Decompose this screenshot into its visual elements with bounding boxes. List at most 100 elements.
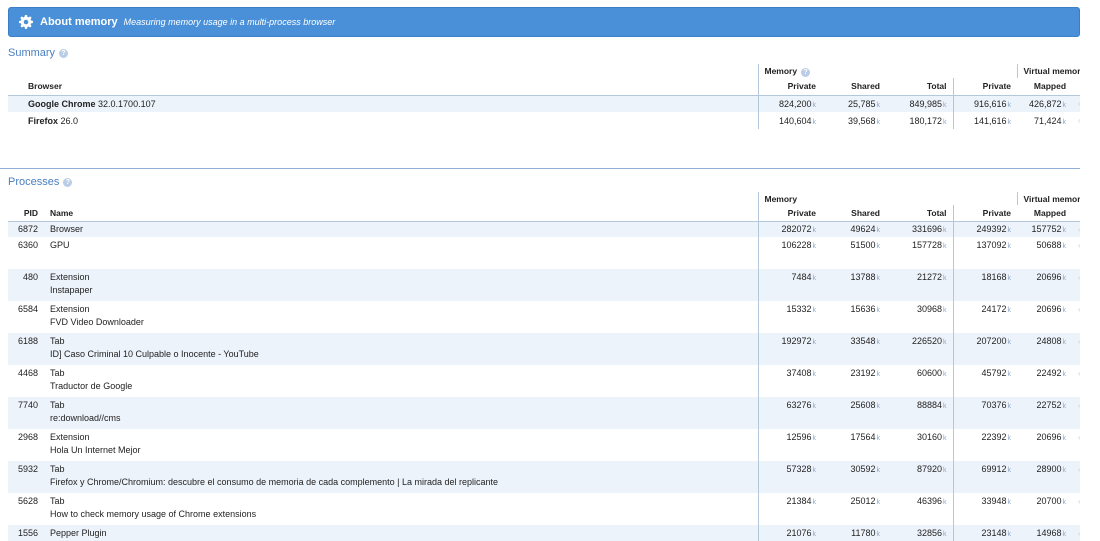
processes-table: Memory Virtual memory PID Name Private S… xyxy=(8,192,1081,541)
virtual-private-value: 70376k xyxy=(952,397,1018,413)
unit-suffix: k xyxy=(876,371,881,378)
unit-suffix: k xyxy=(876,499,881,506)
col-shared: Shared xyxy=(822,78,886,96)
row-marker: ‹ xyxy=(1072,429,1080,445)
private-value: 7484k xyxy=(757,269,822,285)
unit-suffix: k xyxy=(943,101,947,109)
unit-suffix: k xyxy=(1007,499,1012,506)
unit-suffix: k xyxy=(876,307,881,314)
unit-suffix: k xyxy=(1007,243,1012,250)
mapped-value: 157752k xyxy=(1031,224,1067,235)
process-detail-row: Hola Un Internet Mejor xyxy=(8,445,1080,461)
shared-value: 25,785k xyxy=(847,98,880,109)
process-type: Tab xyxy=(50,400,65,410)
help-icon[interactable]: ? xyxy=(801,67,811,77)
process-row: 1556 Pepper Plugin 21076k 11780k 32856k 23148… xyxy=(8,525,1081,541)
mapped-value: 20700k xyxy=(1036,496,1067,506)
process-row: 480 Extension 7484k 13788k 21272k 18168k 20696… xyxy=(8,269,1081,285)
virtual-private-value: 249392k xyxy=(952,221,1018,237)
process-row: 6188 Tab 192972k 33548k 226520k 207200k 24808k… xyxy=(8,333,1081,349)
total-value: 21272k xyxy=(916,272,947,282)
browser-version: 32.0.1700.107 xyxy=(98,98,156,109)
shared-value: 49624k xyxy=(850,224,880,235)
col-total: Total xyxy=(886,205,953,222)
processes-memory-group: Memory xyxy=(757,192,1018,205)
unit-suffix: k xyxy=(812,118,817,126)
unit-suffix: k xyxy=(1007,403,1012,410)
shared-value: 13788k xyxy=(850,272,880,282)
unit-suffix: k xyxy=(1062,101,1067,109)
shared-value: 33548k xyxy=(850,336,881,346)
unit-suffix: k xyxy=(943,467,947,474)
unit-suffix: k xyxy=(876,243,881,250)
virtual-private-value: 137092k xyxy=(952,237,1018,253)
process-type: Tab xyxy=(50,464,65,474)
browser-cell: Google Chrome 32.0.1700.107 xyxy=(8,95,758,112)
col-mapped: Mapped xyxy=(1017,205,1073,222)
unit-suffix: k xyxy=(812,371,817,378)
summary-row: Firefox 26.0 140,604k 39,568k 180,172k 141,6… xyxy=(8,112,1080,129)
processes-heading: Processes ? xyxy=(8,176,73,188)
unit-suffix: k xyxy=(1007,467,1012,474)
unit-suffix: k xyxy=(1062,307,1067,314)
page-title: About memory xyxy=(40,16,118,28)
unit-suffix: k xyxy=(1062,275,1067,282)
pid-cell: 6584 xyxy=(17,304,38,314)
private-value: 21076k xyxy=(757,525,822,541)
help-icon[interactable]: ? xyxy=(63,177,73,187)
unit-suffix: k xyxy=(943,243,947,250)
unit-suffix: k xyxy=(943,307,947,314)
process-row: 7740 Tab 63276k 25608k 88884k 70376k 22752k ‹ xyxy=(8,397,1081,413)
total-value: 87920k xyxy=(916,464,947,474)
private-value: 21384k xyxy=(757,493,822,509)
help-icon[interactable]: ? xyxy=(59,48,69,58)
total-value: 30160k xyxy=(916,432,947,442)
summary-heading: Summary ? xyxy=(8,47,69,59)
unit-suffix: k xyxy=(812,243,817,250)
row-marker: ‹ xyxy=(1072,95,1080,112)
private-value: 282072k xyxy=(757,221,822,237)
unit-suffix: k xyxy=(876,339,881,346)
pid-cell: 5932 xyxy=(17,464,38,474)
unit-suffix: k xyxy=(1007,227,1012,235)
process-detail: How to check memory usage of Chrome exte… xyxy=(50,509,257,519)
shared-value: 39,568k xyxy=(847,115,880,126)
col-total: Total xyxy=(886,78,953,96)
private-value: 12596k xyxy=(757,429,822,445)
virtual-private-value: 22392k xyxy=(952,429,1018,445)
process-type: Extension xyxy=(50,432,90,442)
process-detail: Traductor de Google xyxy=(50,381,133,391)
virtual-private-value: 24172k xyxy=(952,301,1018,317)
process-row: 5932 Tab 57328k 30592k 87920k 69912k 28900k ‹ xyxy=(8,461,1081,477)
virtual-private-value: 18168k xyxy=(952,269,1018,285)
unit-suffix: k xyxy=(1062,227,1067,235)
unit-suffix: k xyxy=(943,227,947,235)
unit-suffix: k xyxy=(876,403,881,410)
process-row: 6584 Extension 15332k 15636k 30968k 24172k 206… xyxy=(8,301,1080,317)
process-row: 4468 Tab 37408k 23192k 60600k 45792k 22492k ‹ xyxy=(8,365,1080,381)
unit-suffix: k xyxy=(1007,118,1012,126)
unit-suffix: k xyxy=(1062,118,1067,126)
process-detail xyxy=(44,253,758,269)
private-value: 37408k xyxy=(757,365,822,381)
processes-title: Processes xyxy=(8,176,60,188)
browser-name: Firefox xyxy=(28,115,59,126)
process-type: Browser xyxy=(50,224,84,235)
process-type: Tab xyxy=(50,336,65,346)
col-name: Name xyxy=(44,205,758,222)
unit-suffix: k xyxy=(1062,371,1067,378)
browser-cell: Firefox 26.0 xyxy=(8,112,758,129)
row-marker: ‹ xyxy=(1072,269,1080,285)
unit-suffix: k xyxy=(1062,339,1067,346)
private-value: 192972k xyxy=(757,333,822,349)
process-row: 2968 Extension 12596k 17564k 30160k 22392k 206… xyxy=(8,429,1080,445)
process-row: 5628 Tab 21384k 25012k 46396k 33948k 20700k ‹ xyxy=(8,493,1080,509)
private-value: 824,200k xyxy=(757,95,822,112)
row-marker: ‹ xyxy=(1072,525,1080,541)
col-private: Private xyxy=(757,78,822,96)
private-value: 57328k xyxy=(757,461,822,477)
process-row: 6872 Browser 282072k 49624k 331696k 249392k 15… xyxy=(8,221,1081,237)
total-value: 226520k xyxy=(911,336,947,346)
unit-suffix: k xyxy=(943,403,947,410)
unit-suffix: k xyxy=(943,118,947,126)
